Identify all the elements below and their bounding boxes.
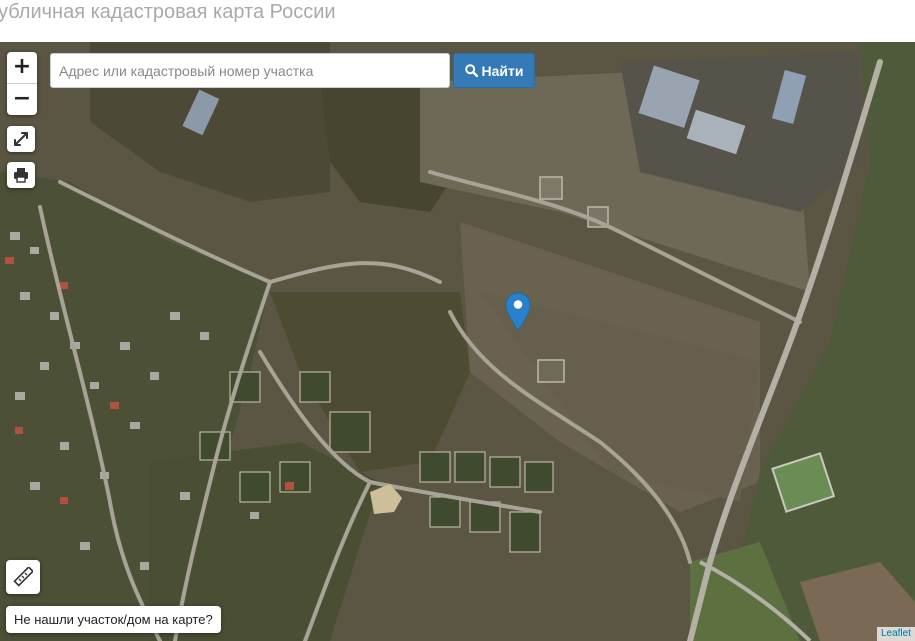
ruler-icon [13,567,33,587]
expand-icon [14,132,28,146]
print-button[interactable] [7,162,35,188]
zoom-control: + − [7,52,37,115]
search-input[interactable] [51,54,439,87]
page-title: убличная кадастровая карта России [0,1,336,23]
search-field[interactable] [50,53,450,88]
search-icon [464,64,478,77]
map-attribution: Leaflet [876,627,915,641]
find-button-label: Найти [481,62,524,79]
location-marker-icon[interactable] [505,292,531,332]
zoom-in-button[interactable]: + [7,52,37,84]
find-button[interactable]: Найти [453,53,535,88]
measure-button[interactable] [6,560,40,594]
field-building-3 [537,359,565,383]
satellite-imagery[interactable] [0,42,915,641]
map-view[interactable]: + − Найти Не нашли участок/дом на [0,42,915,641]
not-found-button[interactable]: Не нашли участок/дом на карте? [6,606,221,633]
fullscreen-button[interactable] [7,126,35,152]
field-building-1 [539,176,563,200]
printer-icon [14,168,28,183]
leaflet-link[interactable]: Leaflet [881,628,911,639]
zoom-out-button[interactable]: − [7,84,37,115]
